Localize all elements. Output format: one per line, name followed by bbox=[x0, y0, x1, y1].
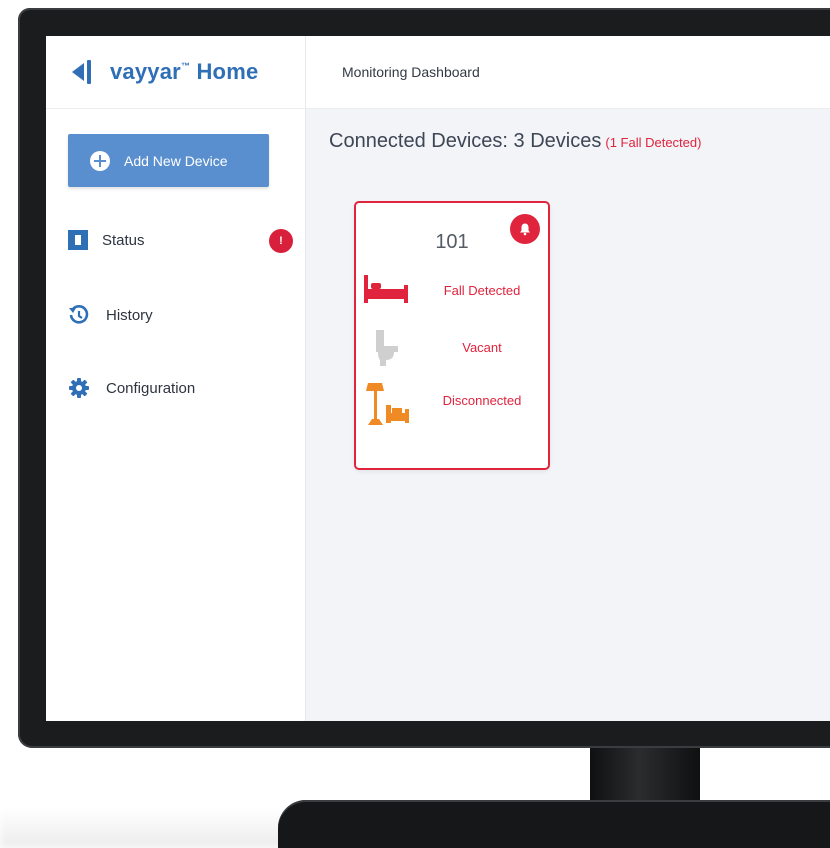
sidebar-item-history[interactable]: History bbox=[68, 304, 153, 326]
status-icon bbox=[68, 230, 88, 250]
logo[interactable]: vayyar™ Home bbox=[46, 36, 305, 109]
room-row-bathroom: Vacant bbox=[356, 328, 548, 368]
vayyar-logo-icon bbox=[72, 60, 91, 84]
plus-circle-icon bbox=[90, 150, 110, 171]
room-row-living-room: Disconnected bbox=[356, 381, 548, 425]
room-status-text: Fall Detected bbox=[443, 283, 521, 298]
top-bar: Monitoring Dashboard bbox=[306, 36, 830, 109]
monitor-screen: vayyar™ Home Add New Device Status ! His… bbox=[46, 36, 830, 721]
living-room-icon bbox=[366, 383, 409, 425]
sidebar-item-label: History bbox=[106, 306, 153, 324]
room-status-text: Disconnected bbox=[442, 393, 522, 408]
sidebar: vayyar™ Home Add New Device Status ! His… bbox=[46, 36, 306, 721]
logo-text: vayyar™ Home bbox=[110, 59, 259, 84]
status-alert-badge: ! bbox=[269, 229, 293, 253]
toilet-icon bbox=[376, 330, 398, 366]
sidebar-item-label: Status bbox=[102, 231, 145, 249]
history-icon bbox=[69, 305, 89, 324]
sidebar-item-status[interactable]: Status ! bbox=[68, 229, 293, 253]
monitor-stand-neck bbox=[590, 748, 700, 804]
fall-alert-summary: (1 Fall Detected) bbox=[605, 135, 702, 150]
bed-icon bbox=[364, 275, 408, 303]
floor-shadow bbox=[0, 808, 300, 848]
connected-devices-heading: Connected Devices: 3 Devices (1 Fall Dete… bbox=[329, 130, 702, 152]
page-title: Monitoring Dashboard bbox=[342, 64, 480, 80]
gear-icon bbox=[69, 378, 89, 398]
sidebar-item-label: Configuration bbox=[106, 379, 196, 397]
room-row-bedroom: Fall Detected bbox=[356, 271, 548, 311]
add-new-device-button[interactable]: Add New Device bbox=[68, 134, 269, 187]
device-card[interactable]: 101 Fall Detected Vacant Disconnected bbox=[354, 201, 550, 470]
sidebar-item-configuration[interactable]: Configuration bbox=[68, 377, 195, 399]
add-new-device-label: Add New Device bbox=[124, 152, 228, 169]
room-status-text: Vacant bbox=[462, 340, 502, 355]
bell-icon[interactable] bbox=[510, 214, 540, 244]
monitor-stand-base bbox=[278, 800, 830, 848]
